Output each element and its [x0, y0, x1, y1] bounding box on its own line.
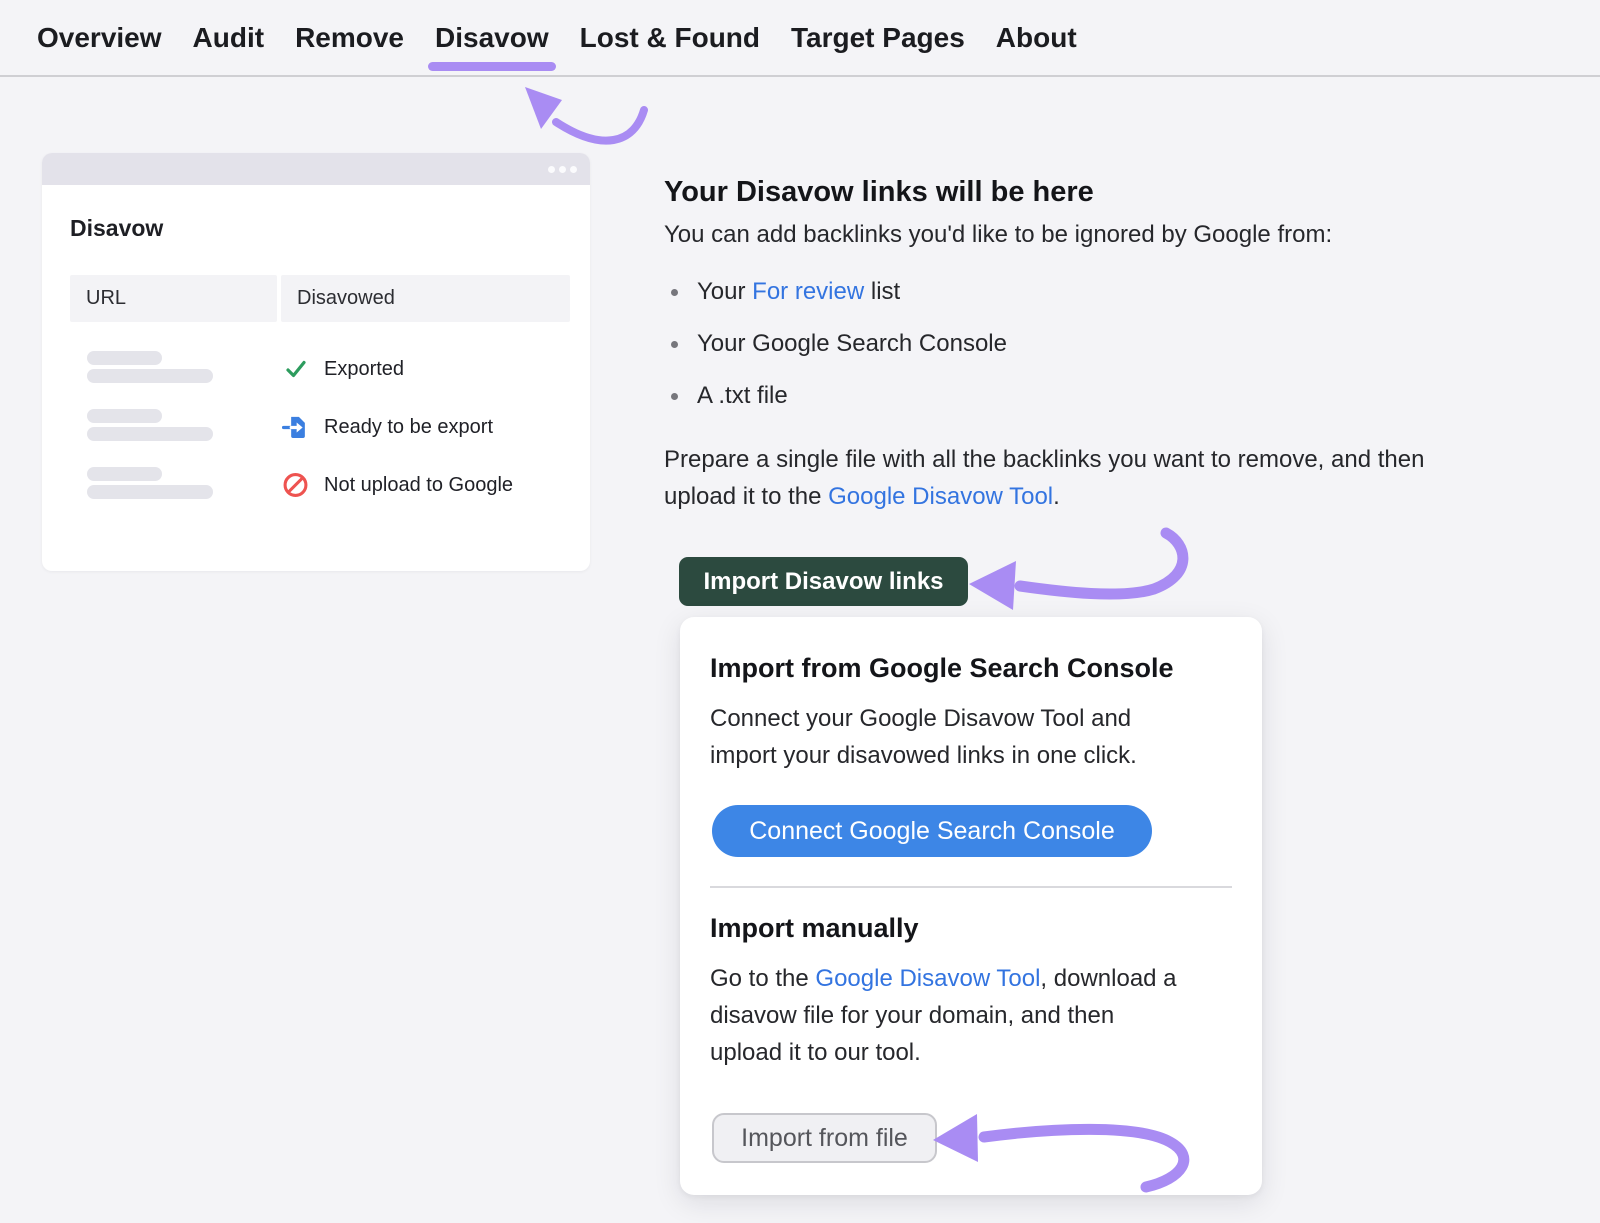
skeleton-bar — [87, 369, 213, 383]
list-item: Your For review list — [664, 276, 1007, 308]
gsc-section-heading: Import from Google Search Console — [710, 653, 1174, 684]
tab-remove[interactable]: Remove — [295, 22, 404, 54]
table-row-status-exported: Exported — [282, 355, 404, 383]
tab-target-pages[interactable]: Target Pages — [791, 22, 965, 54]
bullet-icon — [671, 393, 678, 400]
google-disavow-tool-link[interactable]: Google Disavow Tool — [828, 483, 1053, 510]
disavow-preview-card: Disavow URL Disavowed Exported Re — [42, 153, 590, 571]
bullet-icon — [671, 341, 678, 348]
status-label: Ready to be export — [324, 416, 493, 439]
arrow-to-import-disavow-button-icon — [969, 533, 1183, 610]
manual-section-heading: Import manually — [710, 913, 919, 944]
skeleton-bar — [87, 409, 162, 423]
check-icon — [282, 355, 309, 383]
import-from-file-button[interactable]: Import from file — [712, 1113, 937, 1163]
tab-about[interactable]: About — [996, 22, 1077, 54]
gsc-section-description: Connect your Google Disavow Tool and imp… — [710, 700, 1137, 774]
import-disavow-links-button[interactable]: Import Disavow links — [679, 557, 968, 606]
arrow-to-disavow-tab-icon — [525, 87, 644, 141]
tab-disavow[interactable]: Disavow — [435, 22, 549, 54]
tab-lost-and-found[interactable]: Lost & Found — [580, 22, 760, 54]
for-review-link[interactable]: For review — [752, 278, 864, 305]
list-item: Your Google Search Console — [664, 328, 1007, 360]
export-file-icon — [282, 413, 309, 441]
column-header-url: URL — [70, 275, 277, 322]
prepare-line-1: Prepare a single file with all the backl… — [664, 441, 1424, 478]
manual-section-description: Go to the Google Disavow Tool, download … — [710, 960, 1177, 1071]
bullet-text: A .txt file — [697, 380, 788, 412]
disavow-page: Overview Audit Remove Disavow Lost & Fou… — [0, 0, 1600, 1223]
tab-audit[interactable]: Audit — [193, 22, 265, 54]
top-navigation: Overview Audit Remove Disavow Lost & Fou… — [0, 0, 1600, 77]
bullet-text: Your — [697, 278, 752, 305]
window-dots-icon — [548, 166, 577, 173]
active-tab-underline — [428, 62, 556, 71]
table-row-status-ready: Ready to be export — [282, 413, 493, 441]
blocked-icon — [282, 471, 309, 499]
prepare-file-text: Prepare a single file with all the backl… — [664, 441, 1424, 515]
status-label: Exported — [324, 358, 404, 381]
prepare-line-2: upload it to the Google Disavow Tool. — [664, 478, 1424, 515]
page-title: Your Disavow links will be here — [664, 176, 1094, 209]
google-disavow-tool-link[interactable]: Google Disavow Tool — [815, 965, 1040, 992]
table-row-status-not-uploaded: Not upload to Google — [282, 471, 513, 499]
tab-disavow-label: Disavow — [435, 22, 549, 53]
column-header-disavowed: Disavowed — [281, 275, 570, 322]
skeleton-bar — [87, 351, 162, 365]
skeleton-bar — [87, 485, 213, 499]
section-divider — [710, 886, 1232, 888]
bullet-text: list — [864, 278, 900, 305]
sources-list: Your For review list Your Google Search … — [664, 276, 1007, 432]
import-options-popup: Import from Google Search Console Connec… — [680, 617, 1262, 1195]
list-item: A .txt file — [664, 380, 1007, 412]
status-label: Not upload to Google — [324, 474, 513, 497]
intro-text: You can add backlinks you'd like to be i… — [664, 221, 1332, 249]
preview-card-title: Disavow — [70, 215, 163, 242]
browser-titlebar — [42, 153, 590, 185]
skeleton-bar — [87, 427, 213, 441]
connect-google-search-console-button[interactable]: Connect Google Search Console — [712, 805, 1152, 857]
tab-overview[interactable]: Overview — [37, 22, 162, 54]
skeleton-bar — [87, 467, 162, 481]
bullet-icon — [671, 289, 678, 296]
bullet-text: Your Google Search Console — [697, 328, 1007, 360]
